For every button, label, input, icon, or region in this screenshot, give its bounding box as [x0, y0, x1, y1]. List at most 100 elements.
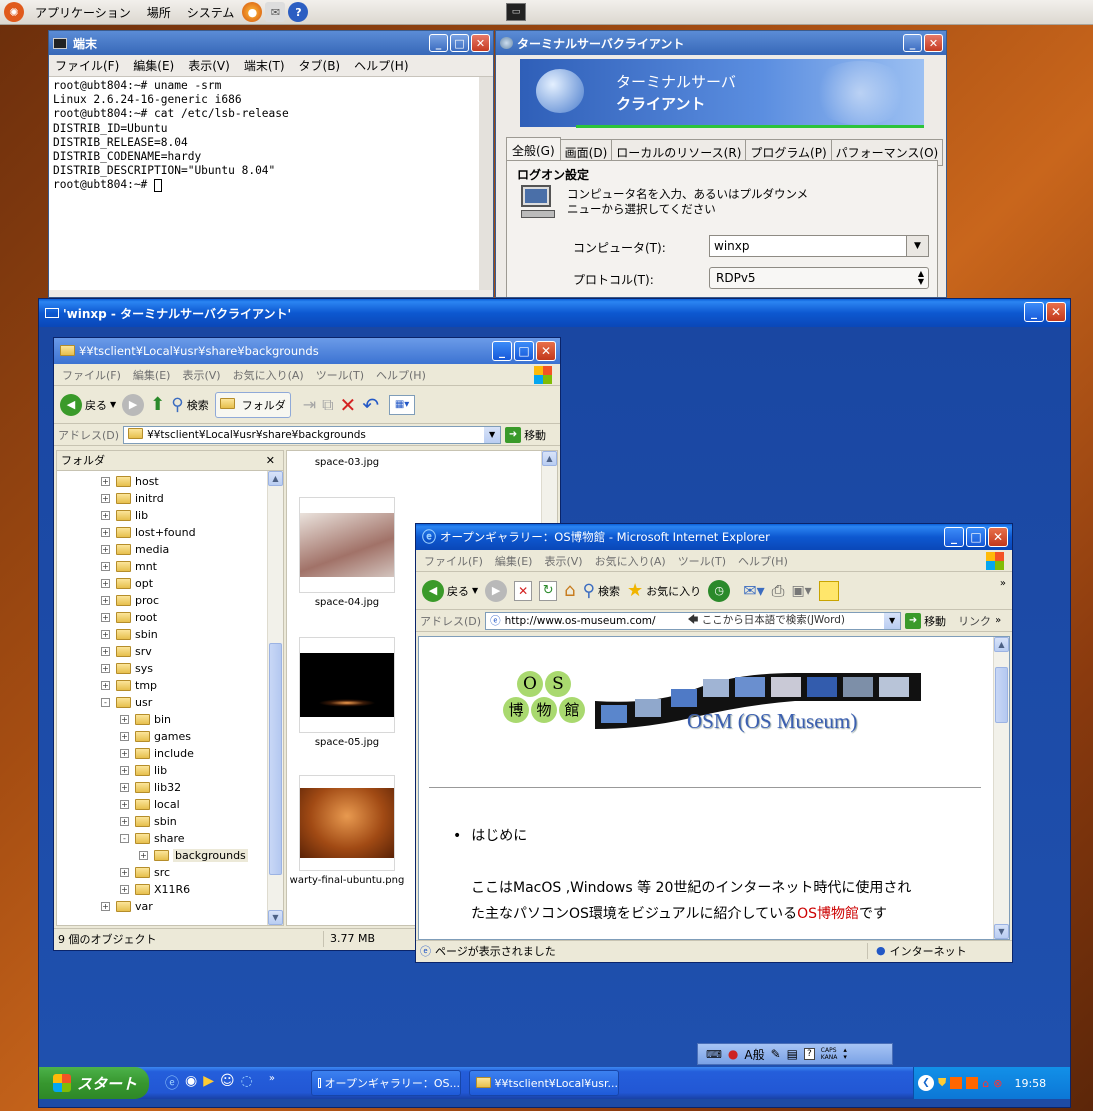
ie-launch-icon[interactable]: ⓔ	[165, 1073, 179, 1093]
delete-icon[interactable]: ✕	[340, 393, 357, 417]
favorites-button[interactable]: ★ お気に入り	[627, 580, 701, 601]
outlook-icon[interactable]: ◌	[241, 1073, 253, 1093]
menu-favorites[interactable]: お気に入り(A)	[233, 367, 304, 383]
menu-tools[interactable]: ツール(T)	[678, 553, 726, 569]
tree-item[interactable]: + backgrounds	[57, 847, 283, 864]
tree-item[interactable]: + lib	[57, 507, 283, 524]
expand-icon[interactable]: +	[101, 595, 110, 605]
go-button[interactable]: ➜ 移動	[505, 426, 546, 443]
links-button[interactable]: リンク	[958, 613, 991, 629]
more-chevron-icon[interactable]: »	[269, 1073, 275, 1093]
expand-icon[interactable]: +	[101, 646, 110, 656]
firefox-icon[interactable]: ●	[242, 2, 263, 22]
messenger-icon[interactable]: ☺	[220, 1073, 235, 1093]
expand-icon[interactable]: +	[120, 816, 129, 826]
terminal-output[interactable]: root@ubt804:~# uname -srm Linux 2.6.24-16…	[49, 77, 493, 290]
menu-help[interactable]: ヘルプ(H)	[738, 553, 788, 569]
file-caption[interactable]: space-05.jpg	[287, 737, 407, 748]
tree-item[interactable]: + media	[57, 541, 283, 558]
minimize-button[interactable]: _	[429, 34, 448, 52]
expand-icon[interactable]: +	[120, 867, 129, 877]
collapse-icon[interactable]: -	[120, 833, 129, 843]
start-button[interactable]: スタート	[39, 1067, 149, 1099]
page-scrollbar[interactable]: ▲ ▼	[993, 637, 1009, 939]
tree-item[interactable]: - usr	[57, 694, 283, 711]
close-button[interactable]: ✕	[924, 34, 943, 52]
forward-button[interactable]: ▶	[122, 393, 145, 416]
tree-item[interactable]: + sys	[57, 660, 283, 677]
tree-item[interactable]: - share	[57, 830, 283, 847]
ime-icon[interactable]: ●	[728, 1047, 738, 1061]
ime-tool-icon[interactable]: ✎	[771, 1047, 781, 1061]
messenger-note-icon[interactable]	[818, 580, 839, 601]
menu-places[interactable]: 場所	[139, 4, 179, 21]
tree-item[interactable]: + lib32	[57, 779, 283, 796]
menu-applications[interactable]: アプリケーション	[27, 4, 139, 21]
chevron-down-icon[interactable]: ▼	[884, 612, 901, 629]
tree-item[interactable]: + initrd	[57, 490, 283, 507]
help-icon[interactable]: ?	[288, 2, 309, 22]
views-icon[interactable]: ▦▾	[389, 394, 416, 415]
menu-view[interactable]: 表示(V)	[182, 367, 220, 383]
tree-item[interactable]: + src	[57, 864, 283, 881]
move-to-icon[interactable]: ⇥	[303, 395, 316, 414]
tree-item[interactable]: + sbin	[57, 813, 283, 830]
expand-icon[interactable]: +	[120, 782, 129, 792]
menu-file[interactable]: ファイル(F)	[62, 367, 121, 383]
expand-icon[interactable]: +	[139, 850, 148, 860]
more-chevron-icon[interactable]: »	[1000, 578, 1006, 589]
search-button[interactable]: ⚲ 検索	[583, 581, 620, 601]
page-scroll-thumb[interactable]	[995, 667, 1008, 723]
close-button[interactable]: ✕	[471, 34, 490, 52]
address-input[interactable]: ⓔ http://www.os-museum.com/ 🡄 ここから日本語で検索…	[485, 611, 902, 630]
tree-item[interactable]: + include	[57, 745, 283, 762]
refresh-icon[interactable]: ↻	[539, 580, 558, 601]
undo-icon[interactable]: ↶	[362, 393, 379, 417]
history-icon[interactable]: ◷	[708, 579, 731, 602]
menu-view[interactable]: 表示(V)	[188, 57, 230, 74]
file-caption[interactable]: warty-final-ubuntu.png	[287, 875, 407, 886]
menu-edit[interactable]: 編集(E)	[133, 367, 171, 383]
menu-tabs[interactable]: タブ(B)	[299, 57, 341, 74]
search-button[interactable]: ⚲ 検索	[171, 395, 208, 415]
scroll-up-arrow-icon[interactable]: ▲	[994, 637, 1009, 652]
tray-expand-icon[interactable]: ❮	[918, 1075, 934, 1091]
file-thumbnail[interactable]	[299, 775, 395, 871]
tray-network-icon[interactable]: ⌂	[982, 1077, 989, 1090]
menu-edit[interactable]: 編集(E)	[133, 57, 174, 74]
tree-item[interactable]: + srv	[57, 643, 283, 660]
menu-favorites[interactable]: お気に入り(A)	[595, 553, 666, 569]
tree-item[interactable]: + games	[57, 728, 283, 745]
expand-icon[interactable]: +	[101, 629, 110, 639]
go-button[interactable]: ➜ 移動	[905, 612, 946, 629]
expand-icon[interactable]: +	[120, 748, 129, 758]
expand-icon[interactable]: +	[120, 884, 129, 894]
expand-icon[interactable]: +	[101, 578, 110, 588]
scroll-down-arrow-icon[interactable]: ▼	[994, 924, 1009, 939]
tree-item[interactable]: + host	[57, 473, 283, 490]
tree-item[interactable]: + sbin	[57, 626, 283, 643]
close-button[interactable]: ✕	[1046, 302, 1066, 322]
expand-icon[interactable]: +	[120, 714, 129, 724]
home-icon[interactable]: ⌂	[564, 580, 575, 601]
minimize-button[interactable]: _	[1024, 302, 1044, 322]
mail-icon[interactable]: ✉▾	[743, 581, 764, 600]
menu-tools[interactable]: ツール(T)	[316, 367, 364, 383]
scroll-up-arrow-icon[interactable]: ▲	[268, 471, 283, 486]
tree-item[interactable]: + root	[57, 609, 283, 626]
taskbar-item-explorer[interactable]: ¥¥tsclient¥Local¥usr...	[469, 1070, 619, 1096]
expand-icon[interactable]: +	[101, 680, 110, 690]
close-icon[interactable]: ✕	[266, 451, 275, 471]
tree-item[interactable]: + lost+found	[57, 524, 283, 541]
back-button[interactable]: ◀ 戻る ▼	[422, 579, 478, 602]
tray-app-icon[interactable]	[966, 1077, 979, 1089]
ime-mode[interactable]: A般	[744, 1046, 764, 1063]
minimize-button[interactable]: _	[944, 527, 964, 547]
terminal-launcher-icon[interactable]: ▭	[506, 3, 526, 21]
rdp-titlebar[interactable]: 'winxp - ターミナルサーバクライアント' _ ✕	[39, 299, 1070, 327]
maximize-button[interactable]: □	[966, 527, 986, 547]
menu-file[interactable]: ファイル(F)	[424, 553, 483, 569]
explorer-titlebar[interactable]: ¥¥tsclient¥Local¥usr¥share¥backgrounds _…	[54, 338, 560, 364]
expand-icon[interactable]: +	[101, 561, 110, 571]
tree-item[interactable]: + local	[57, 796, 283, 813]
